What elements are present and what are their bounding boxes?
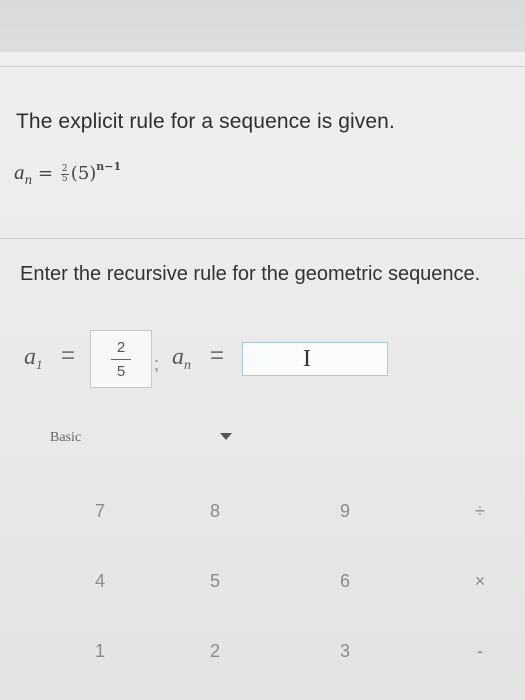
explicit-rule-exponent: n−1 xyxy=(96,160,122,173)
fraction-bar xyxy=(111,359,131,360)
an-label: an xyxy=(172,344,191,374)
key-7[interactable]: 7 xyxy=(80,496,120,526)
explicit-rule-var: a xyxy=(14,160,25,184)
instruction-text: Enter the recursive rule for the geometr… xyxy=(20,263,481,285)
question-prompt: The explicit rule for a sequence is give… xyxy=(16,110,395,133)
key-3[interactable]: 3 xyxy=(325,636,365,666)
key-2[interactable]: 2 xyxy=(195,636,235,666)
explicit-rule-equals: = xyxy=(37,163,54,184)
a1-sub: 1 xyxy=(36,357,43,372)
a1-numerator[interactable]: 2 xyxy=(91,339,151,356)
a1-equals: = xyxy=(61,342,76,369)
key-multiply[interactable]: × xyxy=(460,566,500,596)
key-minus[interactable]: - xyxy=(460,636,500,666)
key-4[interactable]: 4 xyxy=(80,566,120,596)
keypad-mode-label[interactable]: Basic xyxy=(50,430,81,446)
recursive-rule-row: a1 = 2 5 ; an = I xyxy=(24,330,404,390)
a1-fraction-input[interactable]: 2 5 xyxy=(90,330,152,388)
divider-middle xyxy=(0,238,525,239)
key-9[interactable]: 9 xyxy=(325,496,365,526)
explicit-rule-sub: n xyxy=(24,173,33,187)
key-divide[interactable]: ÷ xyxy=(460,496,500,526)
chevron-down-icon[interactable] xyxy=(220,433,232,440)
explicit-rule-base: (5) xyxy=(70,163,97,184)
explicit-rule-coefficient: 2 5 xyxy=(60,163,69,184)
separator: ; xyxy=(154,354,160,374)
a1-label: a1 xyxy=(24,344,43,373)
key-8[interactable]: 8 xyxy=(195,496,235,526)
key-5[interactable]: 5 xyxy=(195,566,235,596)
an-input[interactable]: I xyxy=(242,342,388,376)
text-cursor-icon: I xyxy=(303,346,311,372)
top-bar xyxy=(0,0,525,53)
explicit-coef-den: 5 xyxy=(61,173,68,184)
key-1[interactable]: 1 xyxy=(80,636,120,666)
a1-var: a xyxy=(24,344,36,370)
an-sub: n xyxy=(184,358,191,373)
explicit-rule: an = 2 5 (5)n−1 xyxy=(14,160,121,187)
an-var: a xyxy=(172,344,184,370)
an-equals: = xyxy=(210,342,225,369)
explicit-coef-num: 2 xyxy=(61,163,68,174)
key-6[interactable]: 6 xyxy=(325,566,365,596)
a1-denominator[interactable]: 5 xyxy=(91,363,151,380)
divider-top xyxy=(0,66,525,67)
